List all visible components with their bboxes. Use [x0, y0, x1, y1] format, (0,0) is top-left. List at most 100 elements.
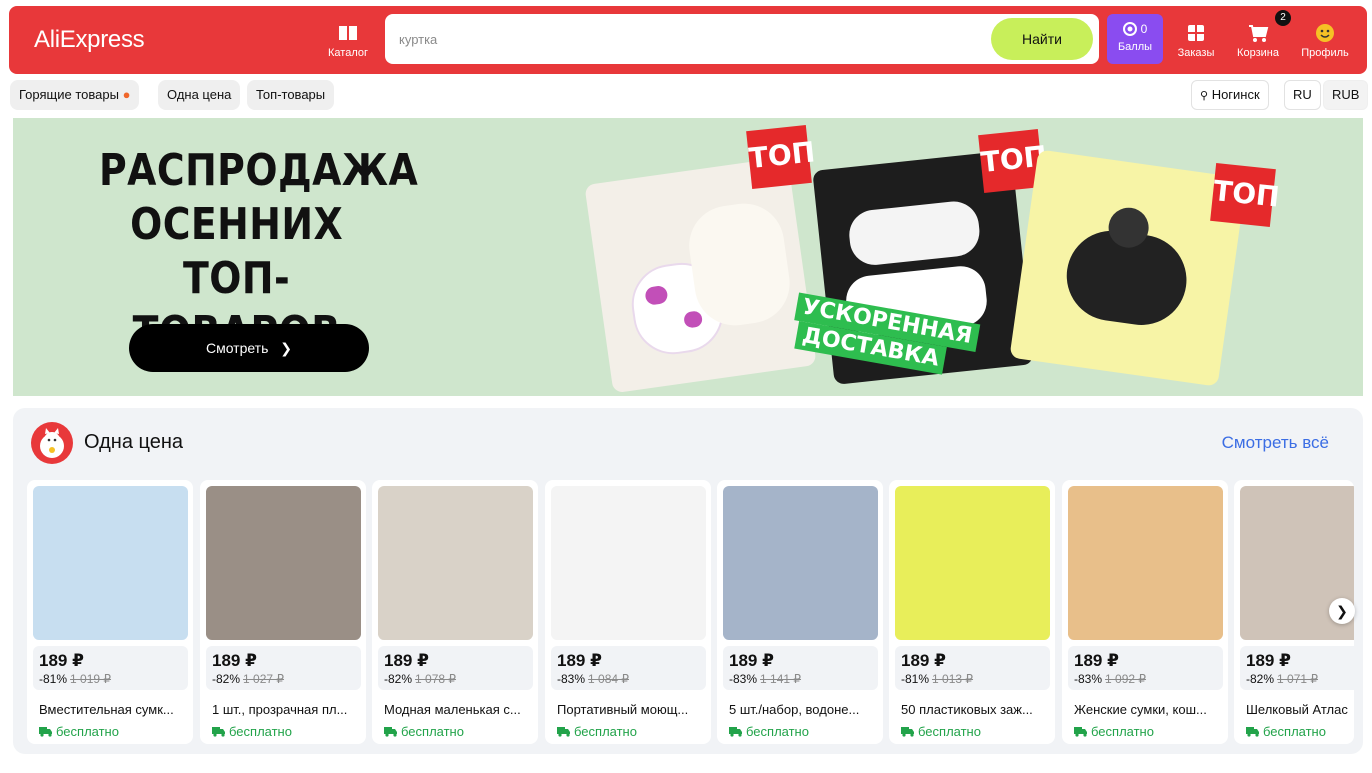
- old-price: 1 078 ₽: [415, 672, 457, 686]
- product-card[interactable]: 189 ₽ -83% 1 141 ₽ 5 шт./набор, водоне... бе…: [717, 480, 883, 744]
- discount-percent: -82%: [384, 672, 413, 686]
- product-image: [206, 486, 361, 640]
- truck-icon: [1246, 727, 1259, 737]
- price-box: 189 ₽ -82% 1 027 ₽: [206, 646, 361, 690]
- discount-percent: -83%: [1074, 672, 1103, 686]
- product-price: 189 ₽: [384, 651, 429, 670]
- promo-banner[interactable]: РАСПРОДАЖА ОСЕННИХ ТОП- ТОВАРОВ Смотреть…: [13, 118, 1363, 396]
- quick-link-hot-deals[interactable]: Горящие товары ●: [10, 80, 140, 110]
- price-box: 189 ₽ -82% 1 078 ₽: [378, 646, 533, 690]
- truck-icon: [384, 727, 397, 737]
- search-input[interactable]: [399, 28, 979, 50]
- product-card[interactable]: 189 ₽ -81% 1 019 ₽ Вместительная сумк... бес…: [27, 480, 193, 744]
- product-discount: -83% 1 084 ₽: [557, 672, 629, 686]
- old-price: 1 092 ₽: [1105, 672, 1147, 686]
- see-all-link[interactable]: Смотреть всё: [1222, 433, 1329, 453]
- shipping-label: бесплатно: [574, 724, 637, 739]
- product-name: Портативный моющ...: [557, 702, 689, 717]
- product-price: 189 ₽: [1074, 651, 1119, 670]
- product-discount: -81% 1 013 ₽: [901, 672, 973, 686]
- product-card[interactable]: 189 ₽ -82% 1 027 ₽ 1 шт., прозрачная пл... б…: [200, 480, 366, 744]
- shipping-label: бесплатно: [1263, 724, 1326, 739]
- chevron-right-icon: ❯: [280, 340, 293, 356]
- product-price: 189 ₽: [729, 651, 774, 670]
- old-price: 1 019 ₽: [70, 672, 112, 686]
- discount-percent: -83%: [729, 672, 758, 686]
- cart-button[interactable]: Корзина: [1228, 20, 1288, 64]
- cart-label: Корзина: [1237, 47, 1279, 59]
- profile-label: Профиль: [1301, 47, 1349, 59]
- discount-percent: -81%: [39, 672, 68, 686]
- banner-product-earbuds-image: [1009, 149, 1247, 387]
- product-price: 189 ₽: [39, 651, 84, 670]
- search-button[interactable]: Найти: [991, 18, 1093, 60]
- coin-icon: [1122, 22, 1137, 36]
- price-box: 189 ₽ -81% 1 019 ₽: [33, 646, 188, 690]
- price-box: 189 ₽ -81% 1 013 ₽: [895, 646, 1050, 690]
- free-shipping: бесплатно: [212, 724, 292, 739]
- cart-count-badge: 2: [1275, 10, 1291, 26]
- product-card[interactable]: 189 ₽ -83% 1 092 ₽ Женские сумки, кош... бес…: [1062, 480, 1228, 744]
- search-bar: Найти: [385, 14, 1099, 64]
- language-selector[interactable]: RU: [1284, 80, 1321, 110]
- shipping-label: бесплатно: [918, 724, 981, 739]
- product-discount: -82% 1 078 ₽: [384, 672, 456, 686]
- book-icon: [339, 26, 357, 40]
- section-title: Одна цена: [84, 431, 184, 453]
- old-price: 1 084 ₽: [588, 672, 630, 686]
- box-icon: [1188, 25, 1204, 41]
- free-shipping: бесплатно: [39, 724, 119, 739]
- smiley-icon: [1316, 24, 1334, 42]
- product-price: 189 ₽: [557, 651, 602, 670]
- orders-button[interactable]: Заказы: [1166, 20, 1226, 64]
- location-selector[interactable]: ⚲ Ногинск: [1191, 80, 1269, 110]
- banner-product-bags-image: [584, 156, 817, 394]
- catalog-button[interactable]: Каталог: [318, 20, 378, 64]
- old-price: 1 071 ₽: [1277, 672, 1319, 686]
- truck-icon: [39, 727, 52, 737]
- product-image: [551, 486, 706, 640]
- product-image: [1068, 486, 1223, 640]
- old-price: 1 027 ₽: [243, 672, 285, 686]
- carousel-next-button[interactable]: ❯: [1329, 598, 1355, 624]
- quick-link-label: Горящие товары: [19, 87, 119, 102]
- product-discount: -81% 1 019 ₽: [39, 672, 111, 686]
- price-box: 189 ₽ -83% 1 141 ₽: [723, 646, 878, 690]
- discount-percent: -81%: [901, 672, 930, 686]
- product-name: Шелковый Атлас: [1246, 702, 1348, 717]
- truck-icon: [1074, 727, 1087, 737]
- free-shipping: бесплатно: [557, 724, 637, 739]
- product-price: 189 ₽: [1246, 651, 1291, 670]
- product-discount: -83% 1 092 ₽: [1074, 672, 1146, 686]
- product-card[interactable]: 189 ₽ -83% 1 084 ₽ Портативный моющ... беспл…: [545, 480, 711, 744]
- aliexpress-logo[interactable]: AliExpress: [34, 26, 145, 54]
- product-card[interactable]: 189 ₽ -81% 1 013 ₽ 50 пластиковых заж... бес…: [889, 480, 1055, 744]
- quick-link-one-price[interactable]: Одна цена: [158, 80, 241, 110]
- chevron-right-icon: ❯: [1336, 603, 1348, 619]
- product-image: [895, 486, 1050, 640]
- catalog-label: Каталог: [328, 47, 368, 59]
- currency-selector[interactable]: RUB: [1323, 80, 1369, 110]
- old-price: 1 013 ₽: [932, 672, 974, 686]
- discount-percent: -82%: [212, 672, 241, 686]
- banner-button-label: Смотреть: [205, 340, 269, 356]
- product-discount: -82% 1 071 ₽: [1246, 672, 1318, 686]
- free-shipping: бесплатно: [1074, 724, 1154, 739]
- shipping-label: бесплатно: [746, 724, 809, 739]
- top-header: AliExpress Каталог Найти 0 Баллы Заказы …: [9, 6, 1367, 74]
- product-image: [723, 486, 878, 640]
- product-card[interactable]: 189 ₽ -82% 1 078 ₽ Модная маленькая с... бес…: [372, 480, 538, 744]
- banner-view-button[interactable]: Смотреть ❯: [129, 324, 369, 372]
- price-box: 189 ₽ -82% 1 071 ₽: [1240, 646, 1354, 690]
- shipping-label: бесплатно: [229, 724, 292, 739]
- product-discount: -83% 1 141 ₽: [729, 672, 801, 686]
- product-name: Модная маленькая с...: [384, 702, 521, 717]
- banner-title-line: ОСЕННИХ ТОП-: [130, 199, 344, 304]
- profile-button[interactable]: Профиль: [1295, 20, 1355, 64]
- product-name: 5 шт./набор, водоне...: [729, 702, 860, 717]
- product-name: 1 шт., прозрачная пл...: [212, 702, 348, 717]
- truck-icon: [212, 727, 225, 737]
- quick-link-top-products[interactable]: Топ-товары: [247, 80, 335, 110]
- price-box: 189 ₽ -83% 1 084 ₽: [551, 646, 706, 690]
- points-button[interactable]: 0 Баллы: [1107, 14, 1163, 64]
